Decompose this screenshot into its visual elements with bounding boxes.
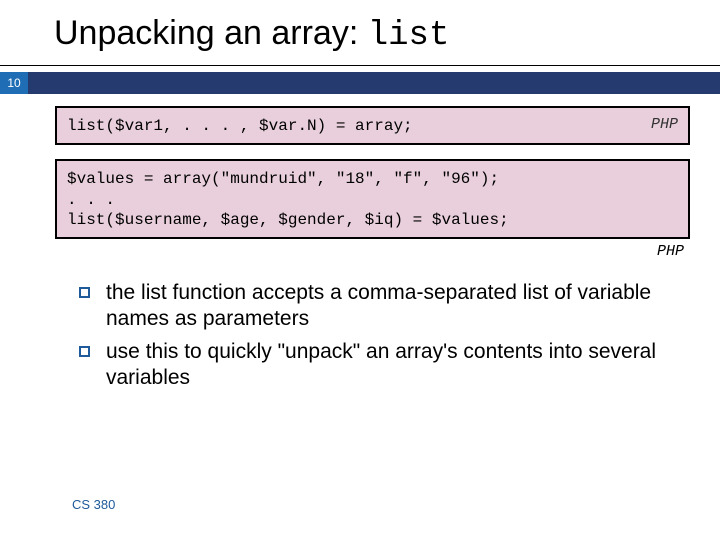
page-number: 10 — [0, 72, 28, 94]
content-area: list($var1, . . . , $var.N) = array; PHP… — [0, 94, 720, 391]
square-bullet-icon — [79, 287, 90, 298]
footer-label: CS 380 — [72, 497, 115, 512]
code-example-text: $values = array("mundruid", "18", "f", "… — [67, 169, 678, 231]
bullet-text-2: use this to quickly "unpack" an array's … — [106, 339, 690, 392]
lang-tag-2: PHP — [55, 243, 690, 260]
bullet-text-1: the list function accepts a comma-separa… — [106, 280, 690, 333]
title-code: list — [368, 17, 450, 55]
list-item: use this to quickly "unpack" an array's … — [79, 339, 690, 392]
title-text: Unpacking an array: — [54, 14, 368, 52]
list-item: the list function accepts a comma-separa… — [79, 280, 690, 333]
code-box-syntax: list($var1, . . . , $var.N) = array; PHP — [55, 106, 690, 145]
header-ribbon: 10 — [0, 72, 720, 94]
lang-tag-1: PHP — [651, 116, 678, 133]
code-box-example: $values = array("mundruid", "18", "f", "… — [55, 159, 690, 239]
square-bullet-icon — [79, 346, 90, 357]
ribbon-bar — [28, 72, 720, 94]
slide-title: Unpacking an array: list — [0, 0, 720, 66]
code-syntax-text: list($var1, . . . , $var.N) = array; — [67, 116, 678, 137]
bullet-list: the list function accepts a comma-separa… — [55, 270, 690, 391]
